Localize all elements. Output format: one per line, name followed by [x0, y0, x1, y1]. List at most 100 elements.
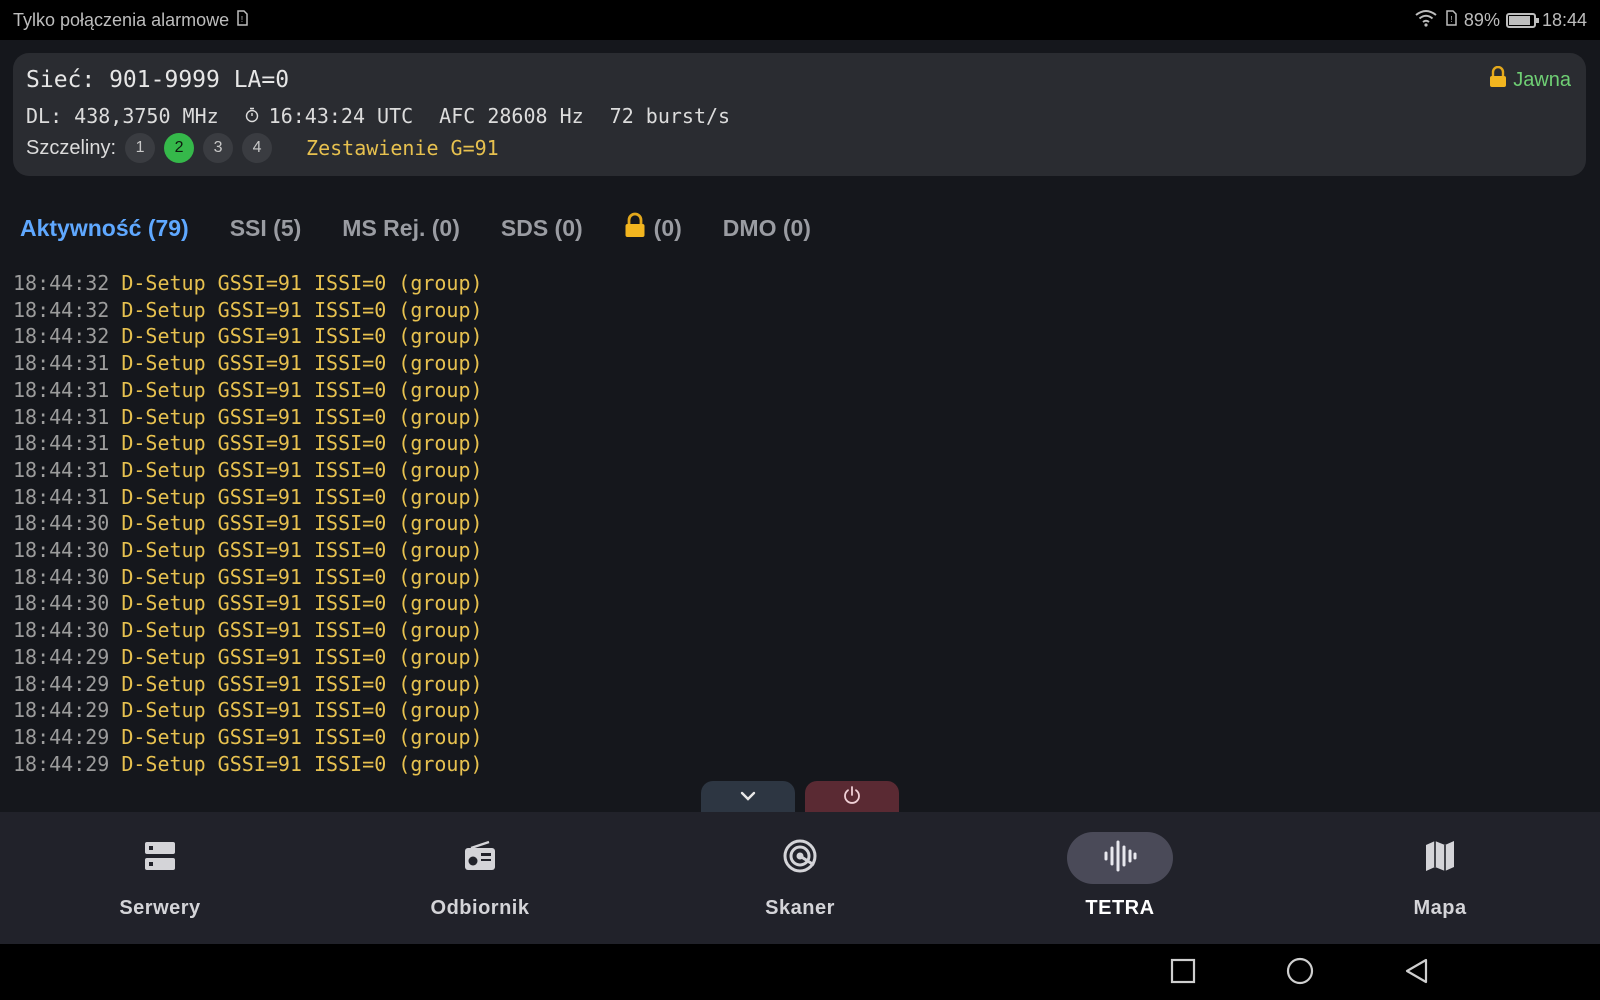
- log-entry: 18:44:29 D-Setup GSSI=91 ISSI=0 (group): [13, 697, 483, 724]
- nav-receiver-label: Odbiornik: [430, 897, 530, 919]
- tab-activity[interactable]: Aktywność (79): [20, 212, 189, 244]
- log-entry: 18:44:32 D-Setup GSSI=91 ISSI=0 (group): [13, 323, 483, 350]
- stop-button[interactable]: [805, 781, 899, 813]
- back-triangle-icon: [1403, 957, 1429, 990]
- nav-scanner-icon-wrap: [747, 832, 853, 884]
- log-entry-message: D-Setup GSSI=91 ISSI=0 (group): [121, 644, 483, 669]
- log-entry-message: D-Setup GSSI=91 ISSI=0 (group): [121, 404, 483, 429]
- slot-1: 1: [125, 133, 156, 163]
- nav-scanner[interactable]: Skaner: [640, 812, 960, 944]
- status-bar-right: ! 89% 18:44: [1414, 9, 1587, 32]
- battery-level: [1508, 16, 1530, 25]
- log-entry-time: 18:44:31: [13, 457, 110, 482]
- back-button[interactable]: [1401, 958, 1431, 988]
- log-entry-time: 18:44:29: [13, 698, 110, 723]
- waveform-icon: [1103, 839, 1137, 878]
- nav-tetra-icon-wrap: [1067, 832, 1173, 884]
- tab-dmo[interactable]: DMO (0): [723, 212, 811, 244]
- tab-encrypted-label: (0): [653, 214, 682, 241]
- network-info-card: Sieć: 901-9999 LA=0 Jawna DL: 438,3750 M…: [13, 53, 1586, 176]
- log-entry: 18:44:29 D-Setup GSSI=91 ISSI=0 (group): [13, 751, 483, 778]
- log-entry-message: D-Setup GSSI=91 ISSI=0 (group): [121, 297, 483, 322]
- radio-params: DL: 438,3750 MHz 16:43:24 UTC AFC 28608 …: [26, 104, 730, 128]
- log-entry-time: 18:44:31: [13, 484, 110, 509]
- nav-receiver-icon-wrap: [427, 832, 533, 884]
- log-entry: 18:44:31 D-Setup GSSI=91 ISSI=0 (group): [13, 430, 483, 457]
- nav-map[interactable]: Mapa: [1280, 812, 1600, 944]
- log-entry: 18:44:32 D-Setup GSSI=91 ISSI=0 (group): [13, 297, 483, 324]
- log-entry-time: 18:44:30: [13, 511, 110, 536]
- sim-alert-icon: !: [235, 9, 249, 32]
- afc-value: AFC 28608 Hz: [439, 104, 584, 128]
- recent-apps-button[interactable]: [1168, 958, 1198, 988]
- status-bar-left: Tylko połączenia alarmowe !: [13, 9, 249, 32]
- log-entry-time: 18:44:32: [13, 271, 110, 295]
- log-entry-message: D-Setup GSSI=91 ISSI=0 (group): [121, 457, 483, 482]
- nav-servers-icon-wrap: [107, 832, 213, 884]
- log-entry: 18:44:30 D-Setup GSSI=91 ISSI=0 (group): [13, 564, 483, 591]
- bottom-navigation: Serwery Odbiornik Skaner TETRA Mapa: [0, 812, 1600, 944]
- battery-percent: 89%: [1463, 10, 1500, 30]
- log-entry-message: D-Setup GSSI=91 ISSI=0 (group): [121, 351, 483, 376]
- log-entry-time: 18:44:31: [13, 351, 110, 376]
- slot-3: 3: [203, 133, 234, 163]
- activity-log: 18:44:32 D-Setup GSSI=91 ISSI=0 (group) 18…: [13, 270, 483, 777]
- log-entry-message: D-Setup GSSI=91 ISSI=0 (group): [121, 431, 483, 456]
- nav-servers-label: Serwery: [119, 897, 201, 919]
- square-icon: [1170, 958, 1196, 989]
- carrier-text: Tylko połączenia alarmowe: [13, 10, 230, 30]
- nav-tetra-label: TETRA: [1085, 897, 1155, 919]
- map-icon: [1424, 839, 1456, 878]
- encryption-status: Jawna: [1489, 65, 1571, 94]
- nav-map-icon-wrap: [1387, 832, 1493, 884]
- log-entry: 18:44:31 D-Setup GSSI=91 ISSI=0 (group): [13, 377, 483, 404]
- log-entry-time: 18:44:29: [13, 724, 110, 749]
- tab-sds[interactable]: SDS (0): [501, 212, 583, 244]
- tab-ms-registrations[interactable]: MS Rej. (0): [342, 212, 460, 244]
- log-entry-message: D-Setup GSSI=91 ISSI=0 (group): [121, 484, 483, 509]
- log-entry-time: 18:44:31: [13, 404, 110, 429]
- sim-icon: !: [1444, 9, 1458, 32]
- wifi-icon: [1414, 9, 1438, 32]
- call-assignment: Zestawienie G=91: [306, 136, 499, 160]
- log-entry: 18:44:31 D-Setup GSSI=91 ISSI=0 (group): [13, 350, 483, 377]
- scroll-down-button[interactable]: [701, 781, 795, 813]
- scanner-icon: [783, 839, 817, 878]
- log-entry: 18:44:32 D-Setup GSSI=91 ISSI=0 (group): [13, 270, 483, 297]
- log-entry-message: D-Setup GSSI=91 ISSI=0 (group): [121, 724, 483, 749]
- log-entry-time: 18:44:32: [13, 324, 110, 349]
- home-button[interactable]: [1285, 957, 1315, 988]
- system-navigation-bar: [0, 944, 1600, 1000]
- server-icon: [144, 840, 176, 877]
- lock-icon: [1489, 65, 1507, 94]
- log-entry-message: D-Setup GSSI=91 ISSI=0 (group): [121, 377, 483, 402]
- svg-text:!: !: [241, 15, 243, 24]
- utc-time: 16:43:24 UTC: [268, 104, 414, 128]
- log-entry: 18:44:30 D-Setup GSSI=91 ISSI=0 (group): [13, 590, 483, 617]
- log-entry-time: 18:44:30: [13, 538, 110, 563]
- log-entry-time: 18:44:31: [13, 431, 110, 456]
- log-entry-message: D-Setup GSSI=91 ISSI=0 (group): [121, 618, 483, 643]
- encryption-label: Jawna: [1513, 68, 1571, 91]
- nav-servers[interactable]: Serwery: [0, 812, 320, 944]
- svg-text:!: !: [1450, 15, 1452, 24]
- burst-rate: 72 burst/s: [609, 104, 731, 128]
- log-entry-message: D-Setup GSSI=91 ISSI=0 (group): [121, 324, 483, 349]
- log-entry-message: D-Setup GSSI=91 ISSI=0 (group): [121, 698, 483, 723]
- network-id: Sieć: 901-9999 LA=0: [26, 67, 290, 93]
- status-bar: Tylko połączenia alarmowe ! ! 89% 18:44: [0, 0, 1600, 40]
- log-entry: 18:44:30 D-Setup GSSI=91 ISSI=0 (group): [13, 510, 483, 537]
- nav-tetra[interactable]: TETRA: [960, 812, 1280, 944]
- lock-icon: [624, 212, 646, 244]
- slot-2: 2: [164, 133, 195, 163]
- tab-encrypted[interactable]: (0): [624, 212, 682, 244]
- log-entry: 18:44:30 D-Setup GSSI=91 ISSI=0 (group): [13, 617, 483, 644]
- log-entry: 18:44:29 D-Setup GSSI=91 ISSI=0 (group): [13, 724, 483, 751]
- log-entry-message: D-Setup GSSI=91 ISSI=0 (group): [121, 751, 483, 776]
- log-entry-time: 18:44:30: [13, 564, 110, 589]
- log-entry-message: D-Setup GSSI=91 ISSI=0 (group): [121, 671, 483, 696]
- log-entry-time: 18:44:32: [13, 297, 110, 322]
- status-time: 18:44: [1541, 10, 1587, 30]
- nav-receiver[interactable]: Odbiornik: [320, 812, 640, 944]
- tab-ssi[interactable]: SSI (5): [230, 212, 302, 244]
